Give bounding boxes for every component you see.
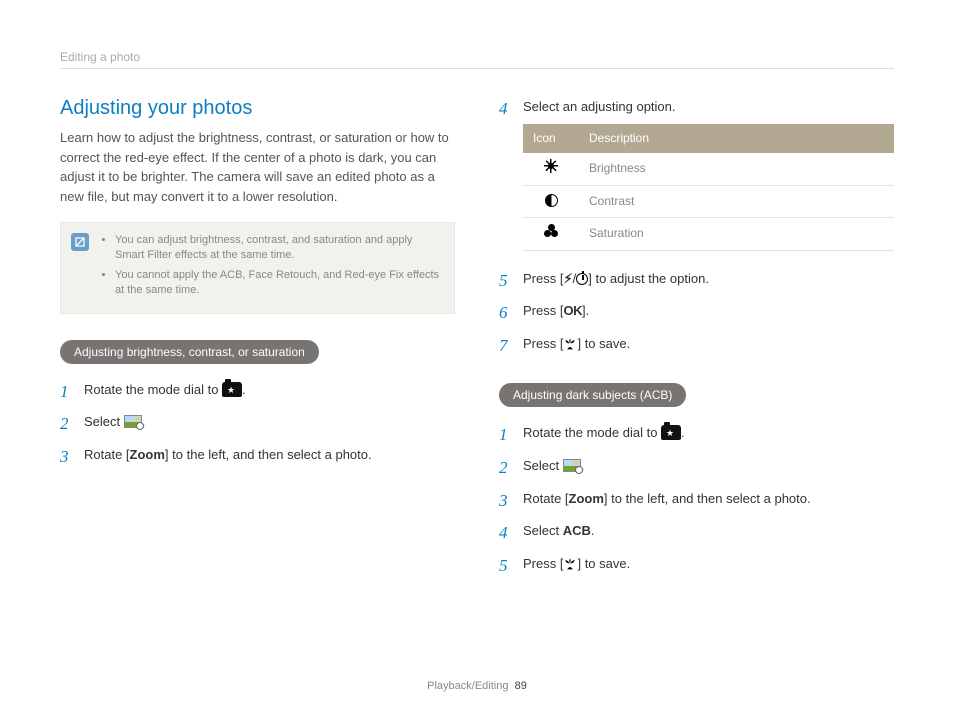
- step: Rotate [Zoom] to the left, and then sele…: [499, 489, 894, 510]
- macro-icon: [563, 557, 577, 570]
- section-title: Adjusting your photos: [60, 97, 455, 120]
- step: Press [⚡︎/] to adjust the option.: [499, 269, 894, 290]
- picture-icon: [563, 459, 581, 472]
- footer-section: Playback/Editing: [427, 680, 508, 692]
- contrast-icon: [545, 194, 558, 207]
- section-intro: Learn how to adjust the brightness, cont…: [60, 128, 455, 206]
- footer-page-number: 89: [515, 680, 527, 692]
- table-header-desc: Description: [579, 124, 894, 153]
- table-header-icon: Icon: [523, 124, 579, 153]
- mode-dial-icon: [222, 382, 242, 397]
- step-text: Press [: [523, 336, 563, 351]
- timer-icon: [576, 273, 588, 285]
- saturation-icon: [544, 224, 558, 237]
- macro-icon: [563, 337, 577, 350]
- step: Select an adjusting option. Icon Descrip…: [499, 97, 894, 251]
- steps-list-1b: Select an adjusting option. Icon Descrip…: [499, 97, 894, 355]
- note-item: You cannot apply the ACB, Face Retouch, …: [115, 268, 444, 299]
- step-text: Select: [84, 414, 124, 429]
- step: Press [ ] to save.: [499, 554, 894, 575]
- step: Rotate the mode dial to .: [499, 423, 894, 444]
- note-icon: [71, 233, 89, 251]
- table-cell: Saturation: [579, 218, 894, 250]
- step-text: ] to save.: [577, 336, 630, 351]
- step-text: Press [: [523, 303, 563, 318]
- step-text: ] to save.: [577, 556, 630, 571]
- left-column: Adjusting your photos Learn how to adjus…: [60, 97, 455, 587]
- brightness-icon: [544, 159, 558, 173]
- table-cell: Brightness: [579, 153, 894, 186]
- step: Press [ ] to save.: [499, 334, 894, 355]
- table-cell: Contrast: [579, 186, 894, 218]
- step-text: ] to adjust the option.: [588, 271, 709, 286]
- page-footer: Playback/Editing 89: [0, 680, 954, 692]
- note-box: You can adjust brightness, contrast, and…: [60, 222, 455, 314]
- steps-list-2: Rotate the mode dial to . Select . Rotat…: [499, 423, 894, 575]
- picture-icon: [124, 415, 142, 428]
- step-text: Select: [523, 523, 563, 538]
- step-text: .: [681, 425, 685, 440]
- step: Rotate [Zoom] to the left, and then sele…: [60, 445, 455, 466]
- zoom-label: Zoom: [569, 491, 604, 506]
- step-text: .: [242, 382, 246, 397]
- options-table: Icon Description Brightness Contrast Sat…: [523, 124, 894, 251]
- step: Select .: [60, 412, 455, 433]
- ok-icon: OK: [563, 303, 582, 318]
- step: Select ACB.: [499, 521, 894, 542]
- steps-list-1: Rotate the mode dial to . Select . Rotat…: [60, 380, 455, 466]
- step-text: ].: [582, 303, 589, 318]
- step-text: ] to the left, and then select a photo.: [604, 491, 811, 506]
- acb-label: ACB: [563, 523, 591, 538]
- step-text: Press [: [523, 271, 563, 286]
- step: Press [OK].: [499, 301, 894, 322]
- step-text: Rotate the mode dial to: [84, 382, 222, 397]
- step-text: Select: [523, 458, 563, 473]
- step-text: Rotate [: [523, 491, 569, 506]
- right-column: Select an adjusting option. Icon Descrip…: [499, 97, 894, 587]
- table-row: Saturation: [523, 218, 894, 250]
- step-text: Rotate [: [84, 447, 130, 462]
- step-text: Rotate the mode dial to: [523, 425, 661, 440]
- breadcrumb: Editing a photo: [60, 50, 894, 69]
- flash-icon: ⚡︎: [563, 271, 572, 286]
- subsection-pill: Adjusting brightness, contrast, or satur…: [60, 340, 319, 364]
- step-text: ] to the left, and then select a photo.: [165, 447, 372, 462]
- note-item: You can adjust brightness, contrast, and…: [115, 233, 444, 264]
- step-text: Press [: [523, 556, 563, 571]
- mode-dial-icon: [661, 425, 681, 440]
- zoom-label: Zoom: [130, 447, 165, 462]
- step-text: Select an adjusting option.: [523, 99, 676, 114]
- step-text: .: [591, 523, 595, 538]
- step: Select .: [499, 456, 894, 477]
- step: Rotate the mode dial to .: [60, 380, 455, 401]
- table-row: Contrast: [523, 186, 894, 218]
- table-row: Brightness: [523, 153, 894, 186]
- subsection-pill: Adjusting dark subjects (ACB): [499, 383, 686, 407]
